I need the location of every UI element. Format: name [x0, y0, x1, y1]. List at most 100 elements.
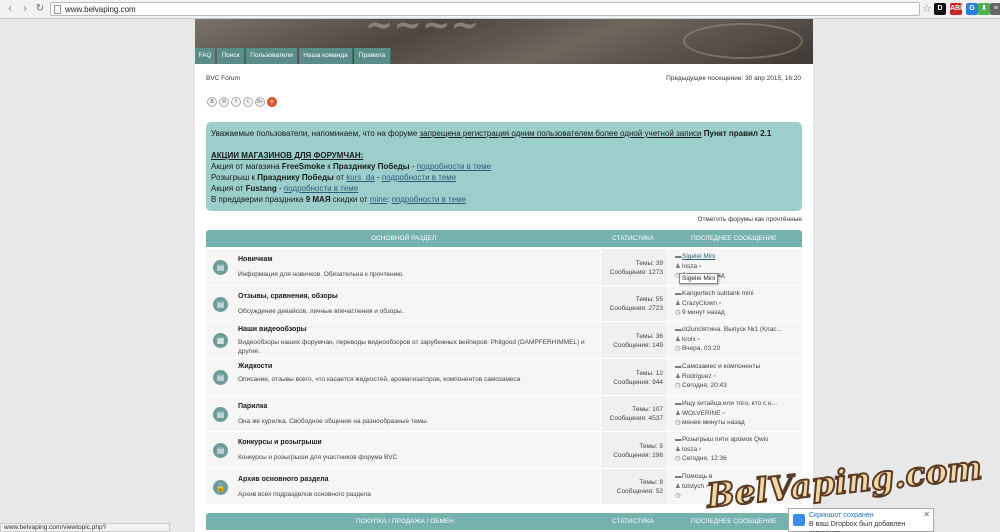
extension-3-icon[interactable]: ⬇ [978, 3, 990, 15]
link-tooltip: Sigelei Mini [679, 273, 719, 284]
rule-link[interactable]: запрещена регистрация одним пользователе… [420, 129, 702, 138]
forum-title[interactable]: Жидкости [238, 363, 272, 370]
table-header-main: ОСНОВНОЙ РАЗДЕЛ СТАТИСТИКА ПОСЛЕДНЕЕ СОО… [206, 230, 802, 247]
extension-1-icon[interactable]: ABP [950, 3, 965, 15]
nav-tab-rules[interactable]: Правила [354, 48, 391, 64]
gplus-share-icon[interactable]: 8+ [255, 97, 265, 107]
breadcrumb[interactable]: BVC Forum [206, 75, 240, 82]
user-icon: ♟ [675, 409, 681, 417]
forum-description: Видеообзоры наших форумчан, переводы вид… [238, 339, 585, 355]
last-post-topic[interactable]: ot2unclятина. Выпуск №1 (Клас... [682, 326, 782, 333]
notification-title: Скриншот сохранен [809, 512, 874, 519]
last-post-topic[interactable]: Розыгрыш пяти аромок Qwis [682, 436, 768, 443]
user-icon: ♟ [675, 262, 681, 270]
last-post-user[interactable]: CrazyClown [682, 300, 717, 307]
topic-count: Темы: 39 [635, 259, 663, 267]
nav-tab-search[interactable]: Поиск [217, 48, 245, 64]
message-icon: ▬ [675, 400, 682, 407]
forum-title[interactable]: Наши видеообзоры [238, 326, 307, 333]
add-share-icon[interactable]: + [267, 97, 277, 107]
dropbox-notification[interactable]: Скриншот сохранен В ваш Dropbox был доба… [788, 508, 934, 532]
forum-row: ▤ Жидкости Описание, отзывы всего, что кас… [206, 359, 802, 396]
user-icon: ♟ [675, 335, 681, 343]
close-icon[interactable]: ✕ [923, 510, 930, 519]
last-post-topic[interactable]: Самозамес и компоненты [682, 363, 760, 370]
promo-details-link[interactable]: подробности в теме [284, 184, 358, 193]
col-stats: СТАТИСТИКА [612, 518, 654, 525]
back-arrow-icon[interactable]: ‹ [4, 3, 16, 15]
forum-read-icon: ▤ [213, 260, 228, 275]
last-post-user[interactable]: kroix [682, 336, 696, 343]
bookmark-star-icon[interactable]: ☆ [922, 3, 932, 15]
promo-text: Акция от [211, 184, 246, 193]
extension-2-icon[interactable]: G [966, 3, 978, 15]
promo-details-link[interactable]: подробности в теме [417, 162, 491, 171]
last-post-user[interactable]: losza [682, 446, 697, 453]
extension-0-icon[interactable]: D [934, 3, 946, 15]
col-stats: СТАТИСТИКА [612, 235, 654, 242]
forum-title[interactable]: Конкурсы и розыгрыши [238, 439, 322, 446]
promo-line: Розыгрыш к Празднику Победы от kurs_da -… [211, 172, 797, 183]
forum-page: ~~~~ FAQ Поиск Пользователи Наша команда… [195, 19, 813, 532]
forum-description: Она же курилка. Свободное общение на раз… [238, 418, 429, 425]
facebook-share-icon[interactable]: f [231, 97, 241, 107]
forum-stats: Темы: 107 Сообщения: 4537 [600, 396, 668, 431]
promo-details-link[interactable]: подробности в теме [392, 195, 466, 204]
promo-bold: 9 МАЯ [305, 195, 331, 204]
promo-bold: Празднику Победы [332, 162, 410, 171]
forum-stats: Темы: 5 Сообщения: 296 [600, 432, 668, 468]
last-post-user[interactable]: tolstych [682, 483, 704, 490]
extension-4-icon[interactable]: ≡ [990, 3, 1000, 15]
goto-post-icon[interactable]: ▫ [698, 336, 700, 343]
last-post-time: Вчера, 03:20 [682, 345, 721, 352]
forward-arrow-icon[interactable]: › [19, 3, 31, 15]
forum-title[interactable]: Новичкам [238, 256, 273, 263]
message-icon: ▬ [675, 363, 682, 370]
post-count: Сообщения: 2723 [609, 305, 663, 312]
nav-tab-faq[interactable]: FAQ [195, 48, 216, 64]
forum-stats: Темы: 39 Сообщения: 1273 [600, 249, 668, 285]
nav-tab-team[interactable]: Наша команда [299, 48, 353, 64]
banner-artwork: ~~~~ [365, 19, 479, 45]
mark-forums-read-link[interactable]: Отметить форумы как прочтённые [697, 216, 802, 223]
topic-count: Темы: 107 [632, 406, 663, 413]
last-post: ▬Розыгрыш пяти аромок Qwis ♟losza ▫ ◷Сегод… [675, 435, 768, 464]
goto-post-icon[interactable]: ▫ [699, 263, 701, 270]
last-post-user[interactable]: WOLVERINE [682, 410, 721, 417]
goto-post-icon[interactable]: ▫ [699, 446, 701, 453]
last-post-topic[interactable]: Sigelei Mini [682, 253, 715, 260]
reload-icon[interactable]: ↻ [34, 3, 46, 15]
message-icon: ▬ [675, 253, 682, 260]
last-post-time: менее минуты назад [682, 419, 745, 426]
forum-row: ▦ Наши видеообзоры Видеообзоры наших форум… [206, 322, 802, 359]
address-url[interactable]: www.belvaping.com [65, 4, 136, 15]
promo-user-link[interactable]: kurs_da [346, 173, 374, 182]
goto-post-icon[interactable]: ▫ [719, 300, 721, 307]
col-last: ПОСЛЕДНЕЕ СООБЩЕНИЕ [691, 235, 777, 242]
promo-bold: Празднику Победы [257, 173, 334, 182]
promo-bold: FreeSmoke [281, 162, 326, 171]
promo-user-link[interactable]: mine [370, 195, 387, 204]
nav-tab-users[interactable]: Пользователи [246, 48, 298, 64]
forum-title[interactable]: Архив основного раздела [238, 476, 329, 483]
forum-row: ▤ Парилка Она же курилка. Свободное общени… [206, 396, 802, 432]
goto-post-icon[interactable]: ▫ [713, 373, 715, 380]
twitter-share-icon[interactable]: t [243, 97, 253, 107]
status-bar: www.belvaping.com/viewtopic.php?f=3&p=24… [0, 523, 170, 532]
forum-description: Архив всех подразделов основного раздела [238, 491, 371, 498]
yandex-share-icon[interactable]: Я [219, 97, 229, 107]
last-post-user[interactable]: Rodriguez [682, 373, 712, 380]
address-bar[interactable]: www.belvaping.com [50, 2, 920, 16]
forum-title[interactable]: Отзывы, сравнения, обзоры [238, 293, 338, 300]
last-post-topic[interactable]: Ищу китайца или того, кто с н... [682, 400, 777, 407]
forum-title[interactable]: Парилка [238, 403, 267, 410]
topic-count: Темы: 36 [635, 332, 663, 340]
promo-details-link[interactable]: подробности в теме [382, 173, 456, 182]
vk-share-icon[interactable]: В [207, 97, 217, 107]
clock-icon: ◷ [675, 419, 681, 426]
last-post-user[interactable]: losza [682, 263, 697, 270]
last-post-topic[interactable]: Kangertech subtank mini [682, 290, 754, 297]
goto-post-icon[interactable]: ▫ [722, 410, 724, 417]
forum-description: Информация для новичков. Обязательна к п… [238, 271, 404, 278]
topic-count: Темы: 8 [639, 479, 663, 486]
